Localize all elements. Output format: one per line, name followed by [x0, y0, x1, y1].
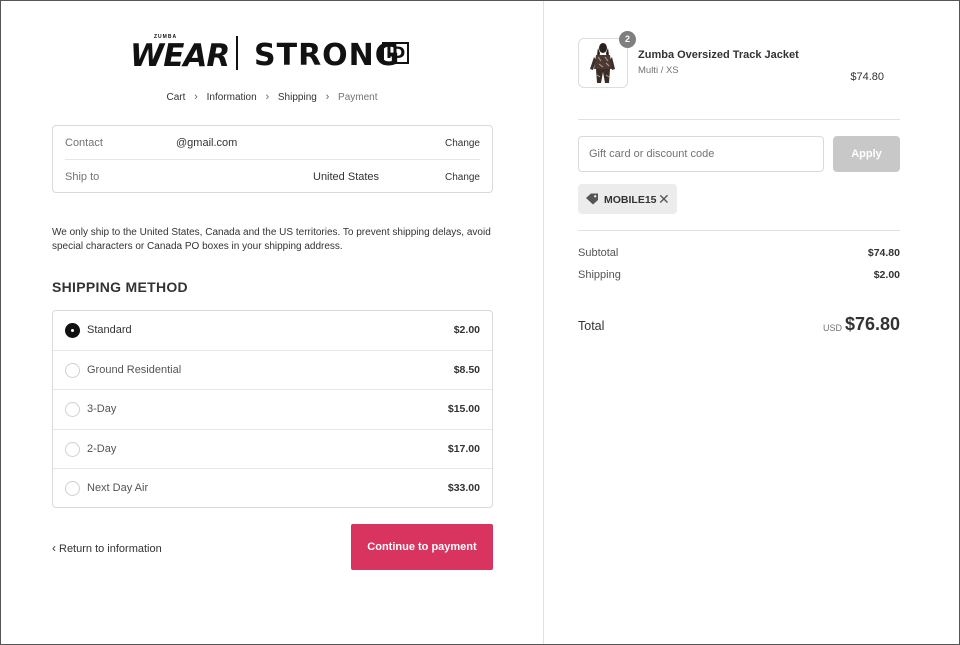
checkout-main: ZUMBA WEAR STRONG ID Cart › Information … — [1, 1, 543, 644]
shipping-option-standard[interactable]: Standard $2.00 — [53, 311, 492, 351]
change-contact-link[interactable]: Change — [445, 138, 480, 149]
shipping-label: Shipping — [578, 269, 621, 281]
shipping-option-price: $2.00 — [453, 324, 480, 336]
radio-icon[interactable] — [65, 441, 80, 457]
divider — [578, 230, 900, 231]
applied-discount-code: MOBILE15 — [604, 194, 657, 206]
continue-to-payment-button[interactable]: Continue to payment — [351, 524, 493, 570]
review-box: Contact @gmail.com Change Ship to United… — [52, 125, 493, 193]
product-image — [590, 43, 615, 83]
product-price: $74.80 — [850, 71, 884, 83]
shipping-option-price: $17.00 — [447, 442, 480, 455]
shipping-option-name: 2-Day — [87, 442, 117, 455]
subtotal-value: $74.80 — [867, 247, 900, 259]
shipping-option-3-day[interactable]: 3-Day $15.00 — [53, 390, 492, 430]
logo-divider — [236, 36, 238, 70]
shipping-option-2-day[interactable]: 2-Day $17.00 — [53, 430, 492, 469]
product-variant: Multi / XS — [638, 65, 679, 76]
quantity-badge: 2 — [619, 31, 636, 48]
apply-discount-button[interactable]: Apply — [833, 136, 900, 172]
chevron-left-icon: ‹ — [52, 541, 56, 555]
review-row-ship-to: Ship to United States Change — [65, 160, 480, 194]
brand-logo[interactable]: ZUMBA WEAR STRONG ID — [130, 34, 414, 74]
ship-to-label: Ship to — [65, 171, 100, 183]
logo-wear-text: WEAR — [130, 38, 230, 74]
shipping-option-name: 3-Day — [87, 403, 117, 415]
radio-icon[interactable] — [65, 323, 80, 338]
breadcrumb-shipping: Shipping — [277, 91, 317, 103]
subtotal-label: Subtotal — [578, 247, 619, 259]
review-row-contact: Contact @gmail.com Change — [65, 126, 480, 160]
shipping-option-price: $33.00 — [447, 482, 480, 494]
logo-id-text: ID — [382, 42, 410, 64]
return-label: Return to information — [59, 543, 162, 555]
applied-discount-tag: MOBILE15 ✕ — [578, 184, 677, 214]
shipping-option-price: $8.50 — [453, 363, 480, 376]
shipping-notice: We only ship to the United States, Canad… — [52, 227, 491, 252]
close-icon[interactable]: ✕ — [658, 191, 670, 208]
shipping-value: $2.00 — [873, 269, 900, 281]
shipping-option-name: Standard — [87, 324, 132, 336]
change-ship-to-link[interactable]: Change — [445, 172, 480, 183]
shipping-option-price: $15.00 — [447, 403, 480, 415]
shipping-option-name: Ground Residential — [87, 363, 182, 376]
shipping-option-name: Next Day Air — [87, 482, 149, 494]
shipping-method-title: SHIPPING METHOD — [52, 279, 188, 295]
breadcrumb: Cart › Information › Shipping › Payment — [1, 91, 543, 103]
radio-icon[interactable] — [65, 481, 80, 496]
radio-icon[interactable] — [65, 362, 80, 378]
contact-label: Contact — [65, 137, 103, 149]
total-row: Total USD $76.80 — [578, 314, 900, 340]
logo-strong-text: STRONG — [254, 38, 401, 73]
product-name: Zumba Oversized Track Jacket — [638, 49, 799, 61]
radio-icon[interactable] — [65, 402, 80, 417]
return-to-information-link[interactable]: ‹ Return to information — [52, 541, 162, 555]
shipping-option-ground-residential[interactable]: Ground Residential $8.50 — [53, 351, 492, 390]
chevron-right-icon: › — [325, 91, 330, 103]
breadcrumb-payment: Payment — [338, 91, 378, 103]
shipping-methods-list: Standard $2.00 Ground Residential $8.50 … — [52, 310, 493, 508]
total-value: $76.80 — [844, 314, 900, 334]
order-summary-sidebar: 2 Zumba Oversized Track Jacket Multi / X… — [543, 1, 959, 644]
chevron-right-icon: › — [265, 91, 270, 103]
product-thumbnail: 2 — [578, 31, 636, 88]
tag-icon — [586, 193, 598, 205]
chevron-right-icon: › — [194, 91, 198, 103]
total-label: Total — [578, 319, 605, 333]
total-currency: USD — [822, 323, 842, 333]
divider — [578, 119, 900, 120]
shipping-option-next-day-air[interactable]: Next Day Air $33.00 — [53, 469, 492, 509]
breadcrumb-cart[interactable]: Cart — [166, 92, 185, 103]
contact-value: @gmail.com — [176, 137, 238, 149]
ship-to-value: United States — [313, 171, 380, 183]
discount-code-input[interactable] — [578, 136, 824, 172]
breadcrumb-information[interactable]: Information — [207, 92, 257, 103]
